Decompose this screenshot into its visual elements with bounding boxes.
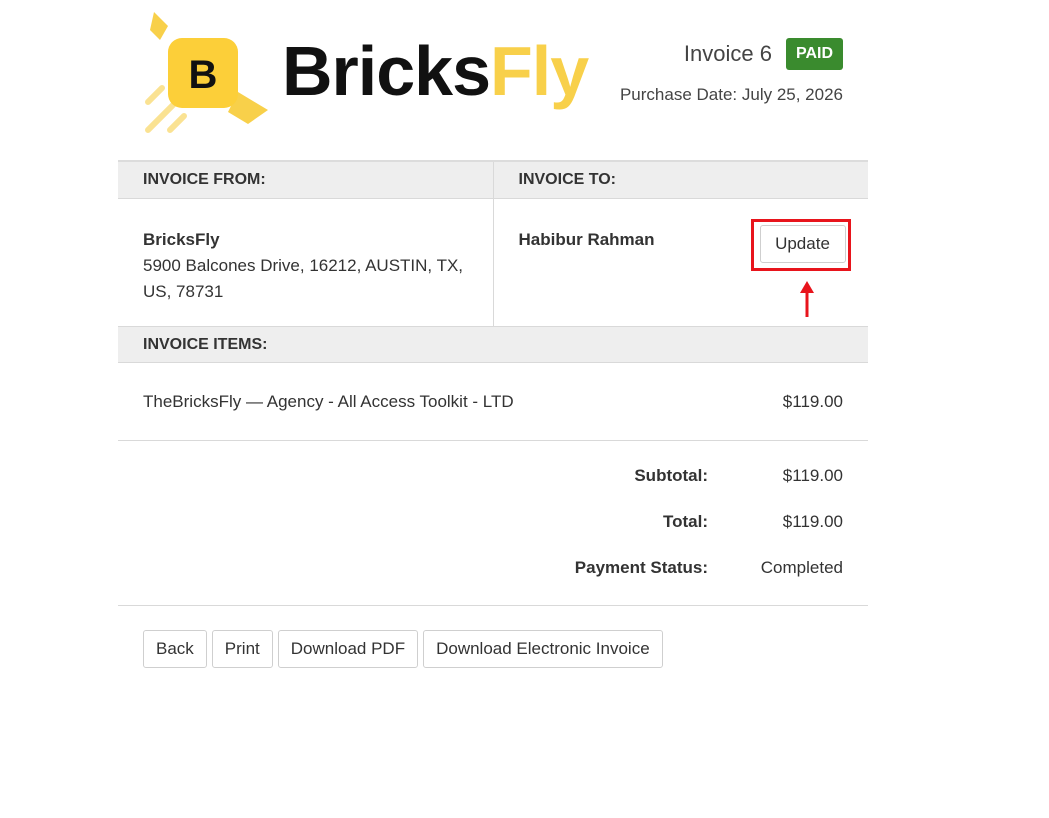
update-button[interactable]: Update (759, 225, 846, 263)
parties-header-row: INVOICE FROM: INVOICE TO: (118, 162, 868, 199)
arrow-up-icon (799, 281, 814, 317)
payment-status-row: Payment Status: Completed (143, 545, 843, 591)
item-price: $119.00 (782, 391, 843, 411)
total-value: $119.00 (782, 512, 843, 531)
status-badge: PAID (785, 38, 843, 70)
brand-wordmark: BricksFly (282, 26, 589, 116)
brand-name-part2: Fly (490, 32, 589, 110)
invoice-to-header: INVOICE TO: (492, 162, 869, 198)
from-name: BricksFly (143, 230, 220, 249)
list-item: TheBricksFly — Agency - All Access Toolk… (118, 363, 868, 441)
total-row: Total: $119.00 (143, 499, 843, 545)
svg-text:B: B (189, 53, 218, 97)
purchase-date: Purchase Date: July 25, 2026 (619, 85, 843, 104)
subtotal-value: $119.00 (782, 466, 843, 485)
invoice-items-header: INVOICE ITEMS: (118, 327, 868, 363)
invoice-from-details: BricksFly 5900 Balcones Drive, 16212, AU… (118, 199, 493, 326)
brand-logo: B BricksFly (140, 6, 620, 138)
invoice-table: INVOICE FROM: INVOICE TO: BricksFly 5900… (118, 160, 868, 606)
from-address-line2: US, 78731 (143, 282, 224, 301)
print-button[interactable]: Print (211, 630, 273, 668)
download-pdf-button[interactable]: Download PDF (277, 630, 419, 668)
invoice-from-header: INVOICE FROM: (143, 171, 266, 188)
item-name: TheBricksFly — Agency - All Access Toolk… (143, 391, 514, 411)
total-label: Total: (662, 512, 708, 531)
subtotal-row: Subtotal: $119.00 (143, 453, 843, 499)
invoice-to-details: Habibur Rahman Update (492, 199, 869, 326)
from-address-line1: 5900 Balcones Drive, 16212, AUSTIN, TX, (143, 256, 464, 275)
download-electronic-invoice-button[interactable]: Download Electronic Invoice (423, 630, 663, 668)
parties-body-row: BricksFly 5900 Balcones Drive, 16212, AU… (118, 199, 868, 327)
invoice-header: Invoice 6 PAID (684, 38, 843, 70)
brand-name-part1: Bricks (282, 32, 491, 110)
invoice-title: Invoice 6 (683, 41, 772, 66)
payment-status-value: Completed (760, 558, 843, 577)
rocket-logo-icon: B (145, 12, 268, 133)
back-button[interactable]: Back (143, 630, 207, 668)
subtotal-label: Subtotal: (634, 466, 708, 485)
totals-section: Subtotal: $119.00 Total: $119.00 Payment… (118, 441, 868, 606)
action-buttons: Back Print Download PDF Download Electro… (143, 630, 663, 668)
payment-status-label: Payment Status: (574, 558, 708, 577)
